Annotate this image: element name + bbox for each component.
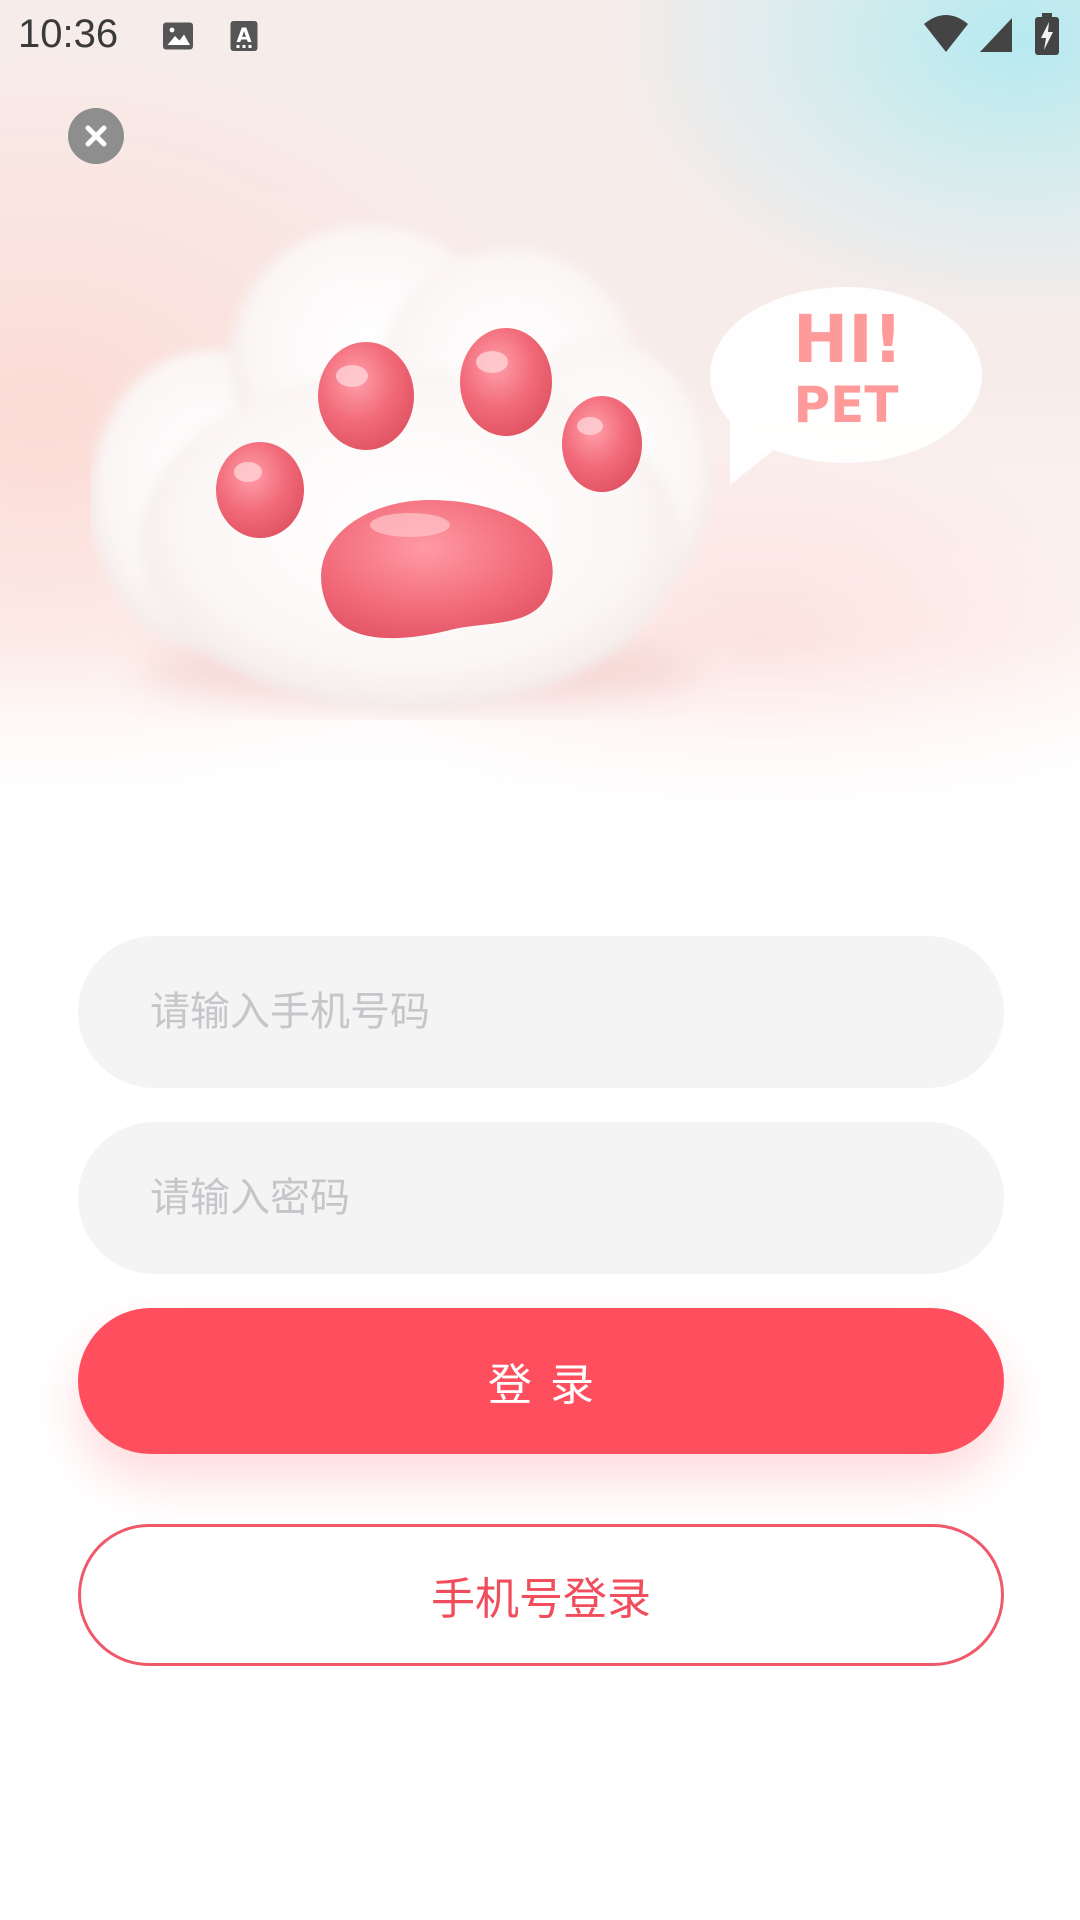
password-input[interactable] — [78, 1122, 1004, 1274]
login-button[interactable]: 登录 — [78, 1308, 1004, 1454]
cell-signal-icon — [978, 16, 1014, 58]
text-a-icon: A — [228, 18, 260, 58]
paw-illustration: HI! PET — [90, 225, 982, 710]
speech-bubble: HI! PET — [710, 287, 982, 485]
svg-text:A: A — [236, 24, 251, 47]
bubble-text-pet: PET — [794, 376, 899, 434]
phone-login-button[interactable]: 手机号登录 — [78, 1524, 1004, 1666]
status-time: 10:36 — [18, 12, 119, 56]
wifi-icon — [922, 14, 970, 58]
bubble-text-hi: HI! — [793, 301, 903, 378]
status-bar: 10:36 A — [0, 0, 1080, 72]
close-icon — [85, 125, 107, 147]
battery-charging-icon — [1034, 12, 1060, 60]
image-icon — [160, 18, 196, 58]
phone-input[interactable] — [78, 936, 1004, 1088]
close-button[interactable] — [68, 108, 124, 164]
